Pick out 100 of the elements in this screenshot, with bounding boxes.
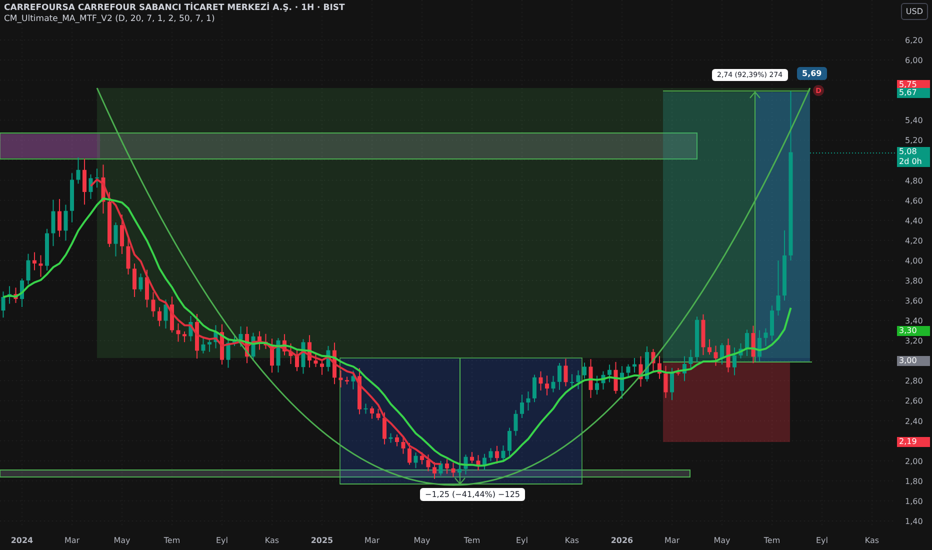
candle: [201, 338, 206, 354]
price-tick: 1,40: [905, 516, 923, 526]
price-badge: 5,67: [897, 88, 930, 98]
time-tick: Eyl: [216, 536, 228, 545]
candle: [570, 374, 574, 390]
candle: [488, 448, 493, 462]
candle: [508, 427, 512, 456]
candle: [238, 326, 243, 348]
candle: [751, 325, 756, 364]
candle: [758, 330, 762, 362]
candle: [176, 322, 180, 342]
price-tick: 6,20: [905, 36, 923, 45]
candle: [308, 334, 312, 368]
candle: [326, 345, 330, 372]
candle: [520, 394, 524, 419]
candle: [708, 338, 712, 356]
price-tick: 5,20: [905, 136, 923, 146]
candle: [614, 361, 618, 394]
time-tick: May: [414, 536, 430, 545]
candle: [208, 338, 212, 352]
candle: [776, 260, 780, 316]
candle: [464, 454, 468, 475]
candle: [88, 174, 93, 200]
candle: [101, 164, 106, 214]
candle: [282, 334, 286, 356]
candle: [38, 254, 43, 278]
currency-button[interactable]: USD: [900, 3, 928, 20]
indicator-legend: CM_Ultimate_MA_MTF_V2 (D, 20, 7, 1, 2, 50, 7, 1): [4, 14, 345, 24]
candle: [138, 273, 143, 292]
candle: [501, 445, 506, 462]
time-tick: Kas: [564, 536, 580, 545]
candle: [714, 345, 718, 366]
candle: [414, 452, 418, 469]
candle: [595, 375, 599, 396]
candle: [188, 315, 193, 342]
candle: [564, 358, 568, 387]
price-label: 5,69: [797, 67, 827, 80]
price-tick: 3,80: [905, 276, 923, 286]
candle: [408, 442, 412, 466]
candle: [782, 230, 786, 302]
candle: [558, 362, 562, 390]
candle: [682, 356, 686, 382]
candle: [164, 299, 168, 330]
candle: [358, 368, 362, 415]
time-tick: Eyl: [516, 536, 528, 545]
time-tick: May: [714, 536, 730, 545]
candle: [608, 364, 612, 383]
candle: [364, 403, 368, 414]
candle: [70, 172, 74, 223]
candle: [158, 306, 162, 327]
candle: [582, 362, 586, 380]
price-tick: 2,80: [905, 376, 923, 386]
candle: [58, 198, 62, 238]
candle: [126, 238, 130, 275]
measure-label: −1,25 (−41,44%) −125: [420, 488, 526, 501]
time-tick: Mar: [364, 536, 380, 545]
candle: [20, 278, 24, 308]
candle: [251, 332, 256, 362]
candle: [195, 313, 199, 360]
time-tick: Eyl: [816, 536, 828, 545]
candle: [51, 199, 56, 247]
candle: [120, 214, 124, 254]
candle: [732, 346, 736, 376]
price-badge: 3,30: [897, 326, 930, 336]
candle: [351, 370, 356, 390]
candle: [526, 391, 530, 412]
candle: [451, 462, 456, 478]
candle: [745, 329, 749, 357]
candle: [114, 222, 118, 257]
candle: [626, 364, 630, 378]
candle: [264, 333, 268, 350]
candle: [532, 374, 536, 403]
candle: [370, 406, 374, 420]
candle: [476, 454, 480, 471]
candle: [182, 330, 186, 343]
price-tick: 4,20: [905, 236, 923, 246]
candle: [458, 464, 462, 477]
price-tick: 1,80: [905, 476, 923, 486]
time-tick: Mar: [64, 536, 80, 545]
candle: [345, 376, 349, 385]
symbol-title: CARREFOURSA CARREFOUR SABANCI TİCARET MERKEZİ A.Ş. · 1H · BIST: [4, 3, 345, 13]
candle: [538, 370, 543, 391]
candle: [726, 338, 730, 373]
candle: [445, 458, 449, 474]
candle: [676, 368, 680, 376]
candle: [1, 291, 6, 318]
price-tick: 4,60: [905, 196, 923, 206]
candle: [376, 408, 380, 421]
candle: [320, 358, 324, 376]
price-badge: 2,19: [897, 436, 930, 447]
candle: [470, 452, 474, 464]
candle: [426, 454, 430, 472]
candle: [151, 292, 156, 318]
price-tick: 1,60: [905, 496, 923, 506]
candle: [401, 436, 406, 454]
candle: [764, 328, 768, 346]
price-tick: 4,40: [905, 216, 923, 226]
candle: [382, 412, 386, 445]
candle: [8, 286, 12, 304]
candle: [638, 356, 643, 388]
